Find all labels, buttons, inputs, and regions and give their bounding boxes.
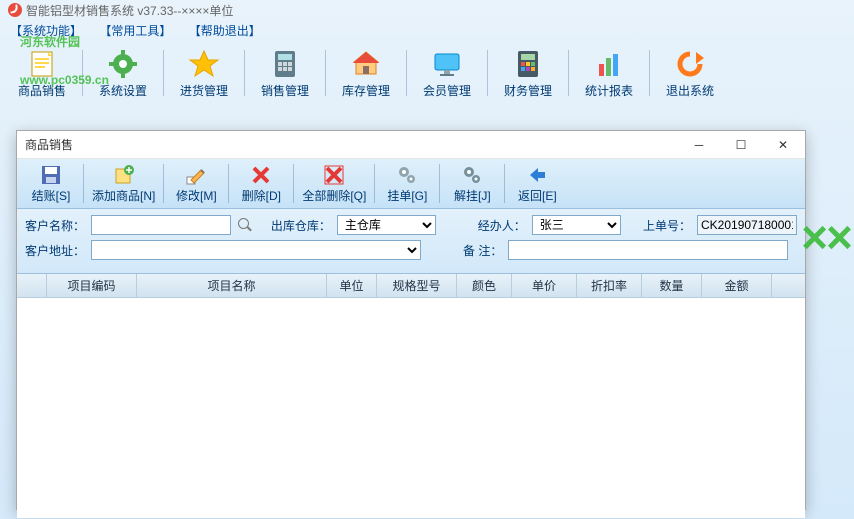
app-icon — [8, 3, 22, 17]
btn-checkout[interactable]: 结账[S] — [21, 161, 81, 206]
col-color[interactable]: 颜色 — [457, 274, 512, 297]
child-window: 商品销售 ─ ☐ ✕ 结账[S] 添加商品[N] 修改[M] — [16, 130, 806, 510]
tb-label: 系统设置 — [99, 82, 147, 99]
col-code[interactable]: 项目编码 — [47, 274, 137, 297]
col-name[interactable]: 项目名称 — [137, 274, 327, 297]
label-orderno: 上单号： — [643, 217, 691, 234]
btn-label: 挂单[G] — [387, 187, 427, 204]
col-spec[interactable]: 规格型号 — [377, 274, 457, 297]
menu-help[interactable]: 【帮助退出】 — [189, 24, 261, 38]
delete-all-icon — [323, 164, 345, 186]
child-toolbar: 结账[S] 添加商品[N] 修改[M] 删除[D] 全部删除[Q] — [17, 159, 805, 209]
edit-pencil-icon — [185, 164, 207, 186]
tb-sales[interactable]: 商品销售 — [6, 46, 78, 100]
minimize-button[interactable]: ─ — [685, 135, 713, 155]
menu-tools[interactable]: 【常用工具】 — [99, 24, 171, 38]
btn-delete-all[interactable]: 全部删除[Q] — [296, 161, 372, 206]
gear-green-icon — [107, 48, 139, 80]
watermark-side: ×× — [800, 210, 850, 264]
calculator-icon — [269, 48, 301, 80]
col-discount[interactable]: 折扣率 — [577, 274, 642, 297]
maximize-button[interactable]: ☐ — [727, 135, 755, 155]
btn-delete[interactable]: 删除[D] — [231, 161, 291, 206]
label-handler: 经办人： — [478, 217, 526, 234]
tb-label: 商品销售 — [18, 82, 66, 99]
tb-label: 退出系统 — [666, 82, 714, 99]
col-blank[interactable] — [17, 274, 47, 297]
chart-icon — [593, 48, 625, 80]
close-button[interactable]: ✕ — [769, 135, 797, 155]
btn-label: 删除[D] — [242, 187, 281, 204]
tb-reports[interactable]: 统计报表 — [573, 46, 645, 100]
tb-sales-mgmt[interactable]: 销售管理 — [249, 46, 321, 100]
calc-color-icon — [512, 48, 544, 80]
grid-body[interactable] — [17, 298, 805, 518]
main-toolbar: 商品销售 系统设置 进货管理 销售管理 库存管理 会员管理 财务 — [0, 42, 854, 104]
gears-icon — [396, 164, 418, 186]
house-icon — [350, 48, 382, 80]
tb-exit[interactable]: 退出系统 — [654, 46, 726, 100]
btn-label: 添加商品[N] — [92, 187, 155, 204]
tb-label: 统计报表 — [585, 82, 633, 99]
grid-header: 项目编码 项目名称 单位 规格型号 颜色 单价 折扣率 数量 金额 — [17, 274, 805, 298]
btn-add-item[interactable]: 添加商品[N] — [86, 161, 161, 206]
doc-yellow-icon — [26, 48, 58, 80]
menu-bar: 【系统功能】 【常用工具】 【帮助退出】 — [0, 20, 854, 42]
app-title: 智能铝型材销售系统 v37.33--××××单位 — [26, 2, 233, 19]
exit-orange-icon — [674, 48, 706, 80]
tb-label: 销售管理 — [261, 82, 309, 99]
tb-label: 财务管理 — [504, 82, 552, 99]
warehouse-select[interactable]: 主仓库 — [337, 215, 436, 235]
btn-back[interactable]: 返回[E] — [507, 161, 567, 206]
tb-purchase[interactable]: 进货管理 — [168, 46, 240, 100]
outer-window-titlebar: 智能铝型材销售系统 v37.33--××××单位 — [0, 0, 854, 20]
btn-label: 返回[E] — [518, 187, 557, 204]
gears2-icon — [461, 164, 483, 186]
remark-input[interactable] — [508, 240, 788, 260]
back-blue-icon — [526, 164, 548, 186]
star-yellow-icon — [188, 48, 220, 80]
search-icon[interactable] — [237, 217, 253, 233]
label-customer-addr: 客户地址： — [25, 242, 85, 259]
label-customer-name: 客户名称： — [25, 217, 85, 234]
tb-member[interactable]: 会员管理 — [411, 46, 483, 100]
delete-red-icon — [250, 164, 272, 186]
add-green-icon — [113, 164, 135, 186]
tb-label: 进货管理 — [180, 82, 228, 99]
col-amount[interactable]: 金额 — [702, 274, 772, 297]
monitor-icon — [431, 48, 463, 80]
tb-finance[interactable]: 财务管理 — [492, 46, 564, 100]
col-unit[interactable]: 单位 — [327, 274, 377, 297]
label-warehouse: 出库仓库： — [271, 217, 331, 234]
child-window-titlebar: 商品销售 ─ ☐ ✕ — [17, 131, 805, 159]
btn-label: 修改[M] — [176, 187, 217, 204]
label-remark: 备 注： — [463, 242, 502, 259]
customer-addr-select[interactable] — [91, 240, 421, 260]
btn-hold[interactable]: 挂单[G] — [377, 161, 437, 206]
save-disk-icon — [40, 164, 62, 186]
tb-settings[interactable]: 系统设置 — [87, 46, 159, 100]
form-area: 客户名称： 出库仓库： 主仓库 经办人： 张三 上单号： 客户地址： 备 注： — [17, 209, 805, 274]
btn-label: 结账[S] — [32, 187, 71, 204]
customer-name-input[interactable] — [91, 215, 231, 235]
order-no-field — [697, 215, 797, 235]
col-price[interactable]: 单价 — [512, 274, 577, 297]
tb-inventory[interactable]: 库存管理 — [330, 46, 402, 100]
btn-label: 解挂[J] — [454, 187, 491, 204]
btn-label: 全部删除[Q] — [302, 187, 366, 204]
tb-label: 库存管理 — [342, 82, 390, 99]
col-qty[interactable]: 数量 — [642, 274, 702, 297]
child-window-title: 商品销售 — [25, 136, 73, 153]
handler-select[interactable]: 张三 — [532, 215, 621, 235]
tb-label: 会员管理 — [423, 82, 471, 99]
btn-unhold[interactable]: 解挂[J] — [442, 161, 502, 206]
menu-system[interactable]: 【系统功能】 — [10, 24, 82, 38]
btn-modify[interactable]: 修改[M] — [166, 161, 226, 206]
